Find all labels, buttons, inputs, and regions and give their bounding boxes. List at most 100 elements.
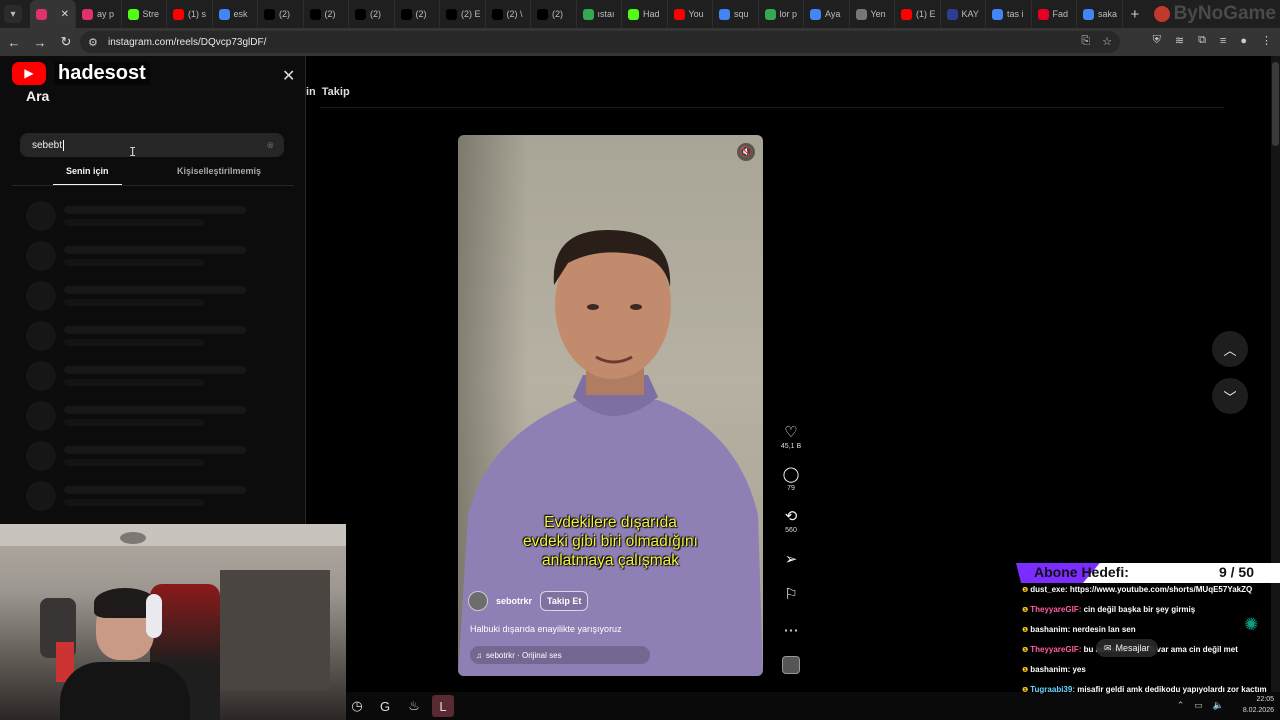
tab-label: lor p	[779, 9, 798, 19]
close-tab-icon[interactable]: ✕	[61, 9, 69, 20]
tab-following[interactable]: Takip	[322, 86, 350, 98]
goal-label: Abone Hedefi:	[1034, 564, 1129, 580]
next-reel-button[interactable]: ﹀	[1212, 378, 1248, 414]
previous-reel-button[interactable]: ︿	[1212, 331, 1248, 367]
browser-tab[interactable]: (2)	[531, 0, 577, 28]
profile-avatar-icon[interactable]: ●	[1240, 35, 1247, 47]
tab-favicon-icon	[446, 8, 457, 20]
tab-instagram[interactable]: ✕	[30, 0, 76, 28]
messages-popup[interactable]: ✉ Mesajlar	[1096, 639, 1158, 657]
browser-tab[interactable]: You	[668, 0, 713, 28]
like-action[interactable]: ♡ 45,1 B	[776, 424, 806, 450]
browser-tab[interactable]: (2)	[349, 0, 395, 28]
send-icon[interactable]: ➢	[776, 551, 806, 568]
reel-author: sebotrkr Takip Et	[468, 591, 589, 611]
browser-tab[interactable]: (2) \	[486, 0, 531, 28]
repost-icon[interactable]: ⟲	[776, 508, 806, 525]
search-panel-title: Ara	[26, 88, 50, 104]
media-controls-icon[interactable]: ≡	[1220, 35, 1226, 47]
repost-action[interactable]: ⟲ 560	[776, 508, 806, 534]
browser-tab[interactable]: ıstaı	[577, 0, 622, 28]
browser-tab[interactable]: squ	[713, 0, 759, 28]
placeholder-line	[64, 286, 246, 294]
browser-tab[interactable]: (1) E	[895, 0, 941, 28]
like-count: 45,1 B	[780, 443, 802, 450]
tab-for-you-feed[interactable]: in	[306, 86, 316, 98]
back-button[interactable]: ←	[2, 30, 26, 54]
reel-audio[interactable]: ♫ sebotrkr · Orijinal ses	[470, 646, 650, 664]
tab-non-personalized[interactable]: Kişiselleştirilmemiş	[177, 166, 261, 176]
chat-username: bashanim:	[1030, 665, 1071, 674]
watermark-logo-icon	[1153, 6, 1170, 22]
tab-search-dropdown-icon[interactable]: ▾	[4, 5, 22, 23]
browser-tab[interactable]: tas i	[986, 0, 1032, 28]
close-icon[interactable]: ✕	[282, 66, 295, 86]
browser-tab[interactable]: Stre	[122, 0, 167, 28]
follow-button[interactable]: Takip Et	[540, 591, 589, 611]
browser-tab[interactable]: ay p	[76, 0, 122, 28]
shield-extension-icon[interactable]: ⛨	[1153, 34, 1161, 47]
tab-label: (2) E	[461, 9, 481, 19]
browser-tab-bar: ▾ ✕ ay p Stre (1) s esk (2) (2) (2) (2) (2) E (2)…	[0, 0, 1280, 28]
reel-video[interactable]: 🔇 Evdekilere dışarıda evdeki gibi biri o…	[458, 135, 763, 676]
browser-tab[interactable]: (2) E	[440, 0, 486, 28]
tab-label: (1) E	[916, 9, 936, 19]
left-eye	[587, 304, 599, 310]
browser-tab[interactable]: Aya	[804, 0, 850, 28]
heart-icon[interactable]: ♡	[776, 424, 806, 441]
browser-tab[interactable]: (2)	[304, 0, 349, 28]
comment-icon[interactable]: ◯	[776, 466, 806, 483]
tab-label: saka	[1098, 9, 1118, 19]
audio-thumbnail[interactable]	[782, 656, 800, 674]
avatar[interactable]	[468, 591, 488, 611]
site-settings-icon[interactable]: ⚙	[88, 36, 104, 49]
browser-tab[interactable]: KAY	[941, 0, 986, 28]
share-action[interactable]: ➢	[776, 551, 806, 568]
placeholder-line	[64, 326, 246, 334]
placeholder-line	[64, 406, 246, 414]
reel-caption[interactable]: Halbuki dışarıda enayilikte yarışıyoruz	[470, 624, 622, 634]
browser-tab[interactable]: Had	[622, 0, 668, 28]
more-action[interactable]: ⋯	[776, 622, 806, 639]
search-input[interactable]: sebebt ⊗	[20, 133, 284, 157]
extensions-puzzle-icon[interactable]: ⧉	[1198, 34, 1206, 47]
reload-button[interactable]: ↻	[54, 30, 78, 54]
browser-tab[interactable]: Fad	[1032, 0, 1077, 28]
repost-count: 560	[785, 527, 797, 534]
tab-for-you[interactable]: Senin için	[66, 166, 109, 176]
steam-icon[interactable]: ♨	[403, 695, 425, 717]
clear-search-icon[interactable]: ⊗	[266, 140, 274, 151]
browser-tab[interactable]: saka	[1077, 0, 1123, 28]
channel-badge: ▶ hadesost	[12, 58, 150, 88]
url-field[interactable]: ⚙ instagram.com/reels/DQvcp73glDF/ ⎘ ☆	[80, 31, 1120, 53]
browser-tab[interactable]: lor p	[759, 0, 804, 28]
browser-tab[interactable]: (1) s	[167, 0, 213, 28]
mute-icon[interactable]: 🔇	[737, 143, 755, 161]
comment-action[interactable]: ◯ 79	[776, 466, 806, 492]
tab-favicon-icon	[764, 8, 776, 20]
forward-button[interactable]: →	[28, 30, 52, 54]
browser-menu-icon[interactable]: ⋮	[1261, 34, 1272, 47]
bookmark-icon[interactable]: ⚐	[776, 586, 806, 603]
reel-username[interactable]: sebotrkr	[496, 596, 532, 606]
clock-app-icon[interactable]: ◷	[346, 695, 368, 717]
install-app-icon[interactable]: ⎘	[1081, 35, 1090, 48]
bookmark-star-icon[interactable]: ☆	[1102, 35, 1112, 48]
gog-app-icon[interactable]: G	[374, 695, 396, 717]
browser-tab[interactable]: esk	[213, 0, 258, 28]
browser-tab[interactable]: (2)	[258, 0, 304, 28]
placeholder-avatar	[26, 321, 56, 351]
save-action[interactable]: ⚐	[776, 586, 806, 603]
tab-label: Aya	[825, 9, 841, 19]
scrollbar-thumb[interactable]	[1272, 62, 1279, 146]
chat-message: ❶ Tugraabi39: misafir geldi amk dedikodu…	[1022, 685, 1280, 696]
tab-label: (2) \	[506, 9, 523, 19]
league-of-legends-icon[interactable]: L	[432, 695, 454, 717]
placeholder-line	[64, 246, 246, 254]
extension-wave-icon[interactable]: ≋	[1175, 34, 1184, 47]
browser-tab[interactable]: Yen	[850, 0, 895, 28]
placeholder-line	[64, 446, 246, 454]
new-tab-button[interactable]: +	[1131, 6, 1140, 23]
more-options-icon[interactable]: ⋯	[776, 622, 806, 639]
browser-tab[interactable]: (2)	[395, 0, 440, 28]
